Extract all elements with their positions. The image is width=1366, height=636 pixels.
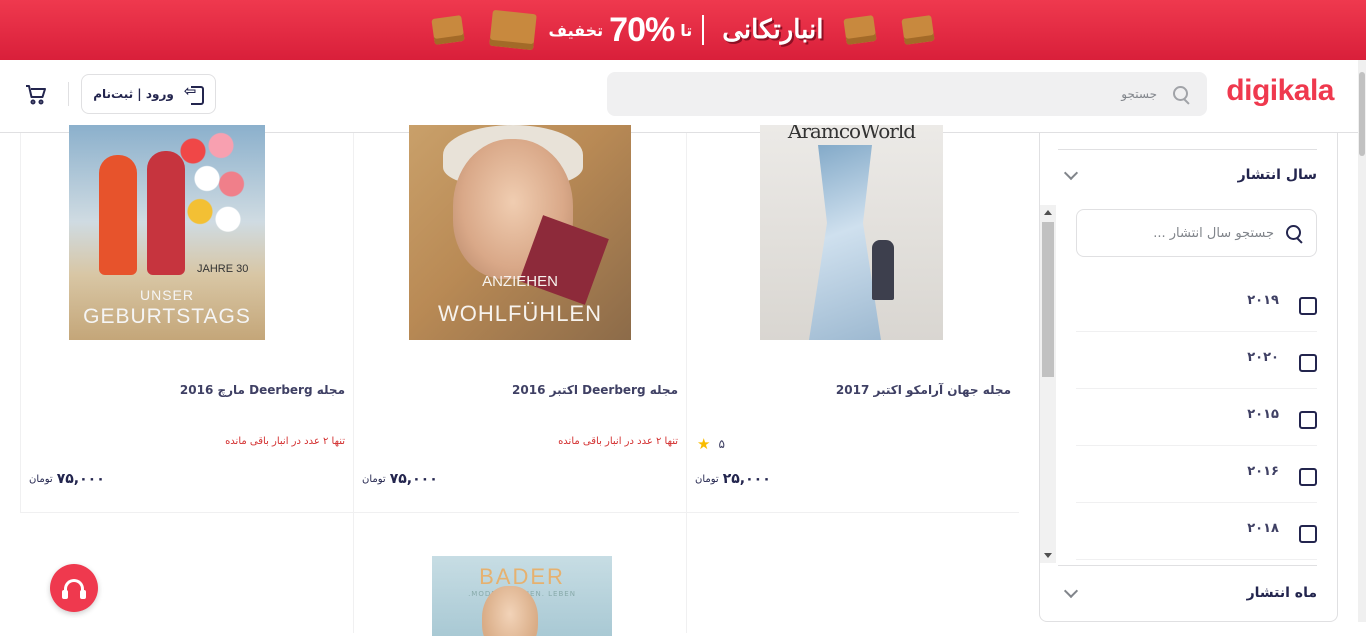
scroll-up-arrow-icon[interactable] (1044, 210, 1052, 215)
year-option[interactable]: ۲۰۲۰ (1076, 332, 1317, 389)
page-scrollbar[interactable] (1358, 60, 1366, 622)
price-currency: تومان (362, 473, 386, 485)
year-option[interactable]: ۲۰۱۵ (1076, 389, 1317, 446)
year-option[interactable]: ۲۰۱۸ (1076, 503, 1317, 560)
search-icon (1284, 223, 1304, 243)
banner-discount-text: تخفیف (548, 20, 604, 40)
product-card[interactable] (686, 513, 1019, 633)
checkbox[interactable] (1299, 354, 1317, 372)
image-climber (872, 240, 894, 300)
checkbox[interactable] (1299, 468, 1317, 486)
checkbox[interactable] (1299, 411, 1317, 429)
image-person (99, 155, 137, 275)
chevron-down-icon (1063, 165, 1079, 181)
header-divider (68, 82, 69, 106)
site-logo[interactable]: digikala (1226, 74, 1334, 108)
site-header: digikala ورود | ثبت‌نام (0, 60, 1358, 133)
image-text: GEBURTSTAGS (83, 305, 251, 328)
image-text: BADER (479, 564, 565, 589)
headset-icon (62, 579, 86, 599)
stock-warning: تنها ۲ عدد در انبار باقی مانده (225, 436, 345, 447)
checkbox[interactable] (1299, 297, 1317, 315)
image-text: ANZIEHEN (482, 273, 558, 290)
product-price: ۲۵,۰۰۰ تومان (695, 471, 771, 487)
page-scrollbar-thumb[interactable] (1359, 72, 1365, 156)
facet-title: سال انتشار (1237, 167, 1317, 183)
scroll-down-arrow-icon[interactable] (1044, 553, 1052, 558)
box-icon (843, 15, 878, 45)
image-text: WOHLFÜHLEN (437, 301, 602, 326)
product-image[interactable]: ANZIEHEN WOHLFÜHLEN (409, 125, 631, 340)
filter-sidebar: سال انتشار ۲۰۱۹ ۲۰۲۰ ۲۰۱۵ ۲۰۱۶ ۲۰۱۸ (1039, 133, 1338, 622)
banner-percent: 70% (609, 10, 675, 49)
product-title[interactable]: مجله Deerberg اکتبر 2016 (512, 383, 678, 397)
login-button[interactable]: ورود | ثبت‌نام (81, 74, 216, 114)
year-search-input[interactable] (1084, 225, 1274, 241)
product-image[interactable]: BADER MODE. WOHNEN. LEBEN. (432, 556, 612, 636)
price-value: ۷۵,۰۰۰ (56, 471, 105, 487)
product-price: ۷۵,۰۰۰ تومان (362, 471, 438, 487)
year-option[interactable]: ۲۰۱۹ (1076, 275, 1317, 332)
support-button[interactable] (50, 564, 98, 612)
chevron-down-icon (1063, 583, 1079, 599)
price-currency: تومان (29, 473, 53, 485)
search-input[interactable] (637, 87, 1157, 101)
product-card[interactable]: ANZIEHEN WOHLFÜHLEN مجله Deerberg اکتبر … (353, 125, 686, 513)
facet-title: ماه انتشار (1246, 585, 1317, 601)
product-card[interactable]: 30 JAHRE UNSER GEBURTSTAGS مجله Deerberg… (20, 125, 353, 513)
year-search-box[interactable] (1076, 209, 1317, 257)
product-rating: ★ ۵ (697, 435, 725, 453)
image-text: 30 JAHRE (197, 263, 249, 275)
year-options: ۲۰۱۹ ۲۰۲۰ ۲۰۱۵ ۲۰۱۶ ۲۰۱۸ (1076, 275, 1317, 560)
year-list-scrollbar[interactable] (1040, 205, 1056, 563)
product-title[interactable]: مجله Deerberg مارچ 2016 (180, 383, 345, 397)
product-grid: AramcoWorld مجله جهان آرامکو اکتبر 2017 … (20, 125, 1019, 636)
box-icon (488, 9, 537, 51)
product-price: ۷۵,۰۰۰ تومان (29, 471, 105, 487)
box-icon (430, 15, 465, 45)
stock-warning: تنها ۲ عدد در انبار باقی مانده (558, 436, 678, 447)
year-label: ۲۰۲۰ (1247, 349, 1279, 365)
banner-divider (702, 15, 705, 45)
product-card[interactable]: AramcoWorld مجله جهان آرامکو اکتبر 2017 … (686, 125, 1019, 513)
banner-brand-text: انبارتکانی (722, 15, 824, 45)
image-face (482, 586, 538, 636)
year-label: ۲۰۱۵ (1247, 406, 1279, 422)
image-masthead: AramcoWorld (787, 125, 916, 143)
rating-value: ۵ (718, 437, 725, 451)
banner-upto-text: تا (680, 20, 693, 40)
product-title[interactable]: مجله جهان آرامکو اکتبر 2017 (836, 383, 1011, 397)
image-text: UNSER (139, 287, 194, 303)
search-icon (1171, 84, 1191, 104)
facet-header-year[interactable]: سال انتشار (1058, 147, 1317, 203)
facet-header-month[interactable]: ماه انتشار (1058, 565, 1317, 621)
year-list-scrollbar-thumb[interactable] (1042, 222, 1054, 377)
cart-icon[interactable] (24, 82, 48, 106)
product-card[interactable]: BADER MODE. WOHNEN. LEBEN. (353, 513, 686, 636)
year-label: ۲۰۱۹ (1247, 292, 1279, 308)
price-value: ۲۵,۰۰۰ (722, 471, 771, 487)
year-label: ۲۰۱۶ (1247, 463, 1279, 479)
login-label: ورود | ثبت‌نام (93, 87, 174, 101)
price-value: ۷۵,۰۰۰ (389, 471, 438, 487)
year-label: ۲۰۱۸ (1247, 520, 1279, 536)
price-currency: تومان (695, 473, 719, 485)
product-image[interactable]: AramcoWorld (760, 125, 943, 340)
checkbox[interactable] (1299, 525, 1317, 543)
image-balloons (179, 129, 249, 239)
box-icon (901, 15, 936, 45)
star-icon: ★ (697, 435, 711, 453)
search-bar[interactable] (607, 72, 1207, 116)
product-image[interactable]: 30 JAHRE UNSER GEBURTSTAGS (69, 125, 265, 340)
promo-banner[interactable]: انبارتکانی تا 70% تخفیف (0, 0, 1366, 60)
login-icon (184, 82, 204, 105)
year-option[interactable]: ۲۰۱۶ (1076, 446, 1317, 503)
